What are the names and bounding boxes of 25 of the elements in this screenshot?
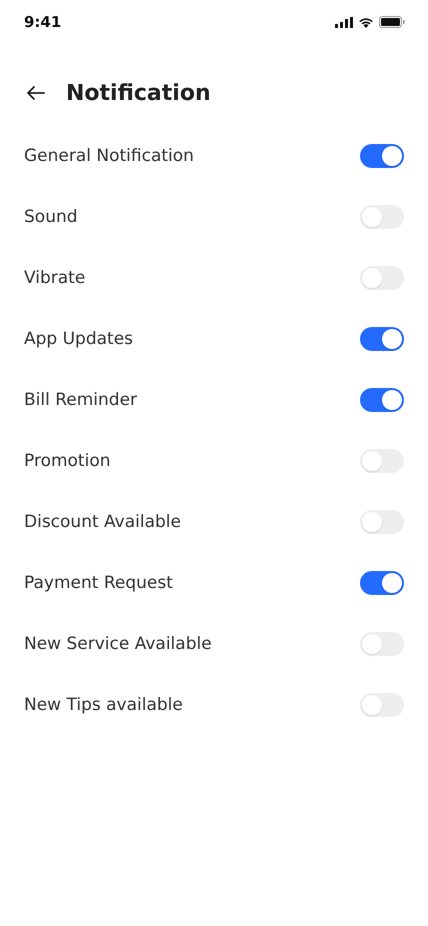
toggle-switch[interactable] [360,570,404,594]
battery-icon [379,16,405,28]
setting-label: Promotion [24,450,110,470]
setting-label: General Notification [24,146,194,166]
setting-label: Payment Request [24,572,173,592]
toggle-switch[interactable] [360,326,404,350]
toggle-switch[interactable] [360,144,404,168]
toggle-switch[interactable] [360,266,404,290]
setting-label: Sound [24,206,78,226]
toggle-switch[interactable] [360,448,404,472]
setting-label: Discount Available [24,512,181,532]
toggle-switch[interactable] [360,388,404,412]
setting-label: App Updates [24,328,134,348]
toggle-switch[interactable] [360,510,404,534]
setting-label: Bill Reminder [24,390,138,410]
toggle-switch[interactable] [360,204,404,228]
setting-label: New Tips available [24,694,183,714]
page-title: Notification [66,80,211,106]
signal-icon [335,16,353,28]
status-time: 9:41 [24,13,62,31]
wifi-icon [358,16,374,28]
setting-label: Vibrate [24,268,86,288]
setting-label: New Service Available [24,634,212,654]
toggle-switch[interactable] [360,692,404,716]
toggle-switch[interactable] [360,632,404,656]
